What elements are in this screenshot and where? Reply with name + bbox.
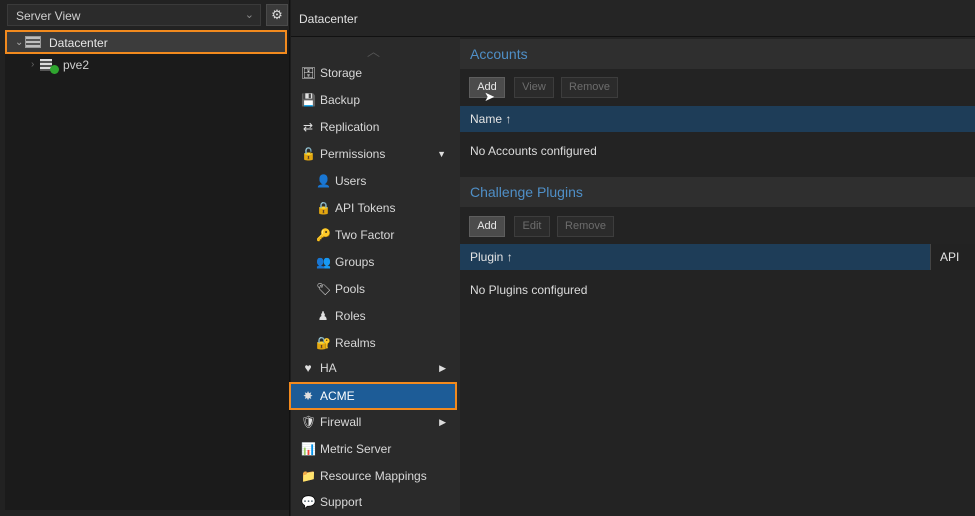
tree-node-datacenter[interactable]: ⌄ Datacenter <box>5 30 287 54</box>
tree-node-pve2[interactable]: › pve2 <box>5 54 289 78</box>
menu-item-api-tokens[interactable]: 🔒 API Tokens <box>291 195 460 221</box>
replication-icon: ⇄ <box>302 120 314 134</box>
expand-icon[interactable]: › <box>31 54 34 76</box>
view-select[interactable]: Server View ⌄ <box>7 4 261 26</box>
menu-item-firewall[interactable]: 🛡 Firewall ▶ <box>291 409 460 435</box>
heartbeat-icon: ♥ <box>304 361 312 375</box>
lock-icon: 🔒 <box>316 201 331 215</box>
tags-icon: 🏷 <box>316 282 332 296</box>
bar-chart-icon: 📊 <box>301 442 316 456</box>
mouse-pointer-icon: ➤ <box>484 89 495 104</box>
menu-item-label: Support <box>320 495 363 509</box>
comments-icon: 💬 <box>301 495 316 509</box>
menu-item-label: Replication <box>320 120 380 134</box>
tree-node-label: Datacenter <box>49 36 108 50</box>
accounts-remove-button[interactable]: Remove <box>561 77 618 98</box>
menu-item-permissions[interactable]: 🔓 Permissions ▼ <box>291 141 460 167</box>
chevron-down-icon: ⌄ <box>244 9 254 21</box>
acme-content: Accounts Add View Remove ➤ Name ↑ No Acc… <box>460 37 975 516</box>
menu-item-label: Resource Mappings <box>320 469 427 483</box>
menu-item-realms[interactable]: 🔐 Realms <box>291 330 460 356</box>
tree-node-label: pve2 <box>63 58 90 72</box>
unlock-icon: 🔓 <box>301 147 316 161</box>
gear-icon[interactable]: ⚙ <box>266 4 288 26</box>
menu-item-label: Metric Server <box>320 442 392 456</box>
menu-item-label: Two Factor <box>335 228 395 242</box>
menu-item-support[interactable]: 💬 Support <box>291 489 460 515</box>
accounts-view-button[interactable]: View <box>514 77 554 98</box>
resource-tree-panel: Server View ⌄ ⚙ ⌄ Datacenter › pve2 <box>0 0 290 516</box>
accounts-toolbar: Add View Remove <box>460 71 975 103</box>
menu-item-backup[interactable]: 💾 Backup <box>291 87 460 113</box>
menu-item-label: Pools <box>335 282 366 296</box>
expand-icon[interactable]: ⌄ <box>15 32 23 54</box>
scroll-up-icon[interactable]: ︿ <box>367 41 380 60</box>
plugins-section-title: Challenge Plugins <box>460 177 975 207</box>
menu-item-groups[interactable]: 👥 Groups <box>291 249 460 275</box>
certificate-icon: ✸ <box>302 389 314 403</box>
page-title: Datacenter <box>299 12 358 26</box>
accounts-section-title: Accounts <box>460 39 975 69</box>
storage-icon: 🗄 <box>301 66 317 80</box>
caret-right-icon: ▶ <box>439 417 446 427</box>
column-header-plugin[interactable]: Plugin ↑ <box>470 244 513 270</box>
menu-item-label: Realms <box>335 336 376 350</box>
menu-item-two-factor[interactable]: 🔑 Two Factor <box>291 222 460 248</box>
online-status-icon <box>50 65 59 74</box>
menu-item-users[interactable]: 👤 Users <box>291 168 460 194</box>
key-icon: 🔑 <box>316 228 331 242</box>
menu-item-metric-server[interactable]: 📊 Metric Server <box>291 436 460 462</box>
folder-icon: 📁 <box>301 469 316 483</box>
menu-item-label: Roles <box>335 309 366 323</box>
plugins-empty-text: No Plugins configured <box>470 283 588 297</box>
menu-item-storage[interactable]: 🗄 Storage <box>291 60 460 86</box>
datacenter-icon <box>25 36 41 48</box>
datacenter-menu: ︿ 🗄 Storage 💾 Backup ⇄ Replication 🔓 Per… <box>289 37 460 516</box>
menu-item-pools[interactable]: 🏷 Pools <box>291 276 460 302</box>
tree-toolbar: Server View ⌄ ⚙ <box>7 4 289 26</box>
plugins-grid-header: Plugin ↑ API <box>460 244 975 270</box>
plugins-edit-button[interactable]: Edit <box>514 216 550 237</box>
menu-item-label: Firewall <box>320 415 362 429</box>
address-book-icon: 🔐 <box>316 336 331 350</box>
accounts-grid-header: Name ↑ <box>460 106 975 132</box>
menu-item-ha[interactable]: ♥ HA ▶ <box>291 355 460 381</box>
caret-down-icon: ▼ <box>437 149 446 159</box>
plugins-remove-button[interactable]: Remove <box>557 216 614 237</box>
menu-item-label: Users <box>335 174 367 188</box>
floppy-icon: 💾 <box>301 93 316 107</box>
menu-item-roles[interactable]: ♟ Roles <box>291 303 460 329</box>
menu-item-label: HA <box>320 361 337 375</box>
column-header-name[interactable]: Name ↑ <box>470 106 511 132</box>
column-header-api[interactable]: API <box>930 244 975 270</box>
content-header: Datacenter <box>291 0 975 37</box>
menu-item-label: Permissions <box>320 147 386 161</box>
plugins-toolbar: Add Edit Remove <box>460 210 975 242</box>
menu-item-label: ACME <box>320 389 355 403</box>
menu-item-acme[interactable]: ✸ ACME <box>289 382 457 410</box>
menu-item-label: API Tokens <box>335 201 396 215</box>
shield-icon: 🛡 <box>301 415 317 429</box>
menu-item-resource-mappings[interactable]: 📁 Resource Mappings <box>291 463 460 489</box>
menu-item-label: Storage <box>320 66 363 80</box>
tree-body: ⌄ Datacenter › pve2 <box>5 30 289 510</box>
accounts-empty-text: No Accounts configured <box>470 144 597 158</box>
view-select-label: Server View <box>16 9 81 23</box>
menu-item-replication[interactable]: ⇄ Replication <box>291 114 460 140</box>
user-icon: 👤 <box>316 174 331 188</box>
plugins-add-button[interactable]: Add <box>469 216 505 237</box>
caret-right-icon: ▶ <box>439 363 446 373</box>
male-icon: ♟ <box>317 309 329 323</box>
menu-item-label: Groups <box>335 255 375 269</box>
menu-item-label: Backup <box>320 93 361 107</box>
users-icon: 👥 <box>316 255 331 269</box>
